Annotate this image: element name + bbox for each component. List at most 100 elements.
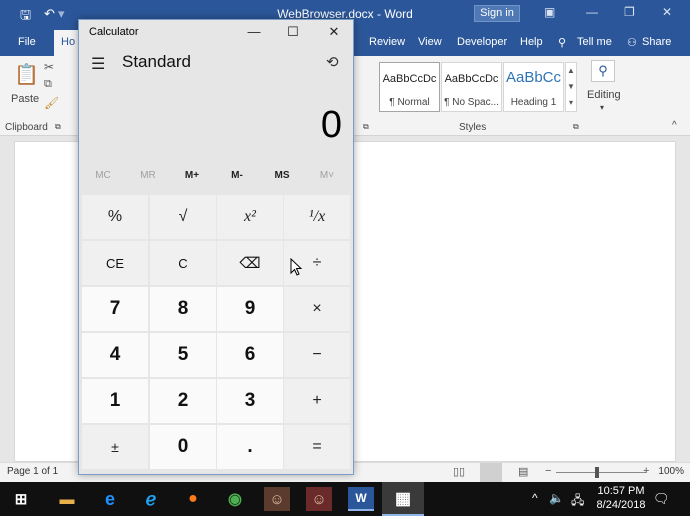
format-painter-icon[interactable]: 🖌 — [44, 96, 59, 110]
find-icon[interactable]: ⚲ — [591, 60, 615, 82]
zoom-level[interactable]: 100% — [658, 466, 684, 477]
word-taskbar-icon[interactable]: W — [348, 487, 374, 511]
styles-scroll[interactable]: ▲ ▼ ▾ — [565, 62, 577, 112]
volume-icon[interactable]: 🔈 — [549, 491, 564, 505]
style-sample: AaBbCcDc — [382, 73, 437, 85]
style-sample: AaBbCcDc — [444, 73, 499, 85]
sign-in-button[interactable]: Sign in — [474, 5, 520, 22]
clipboard-group-label: Clipboard — [5, 122, 48, 133]
share-icon[interactable]: ⚇ — [627, 36, 637, 49]
page-count[interactable]: Page 1 of 1 — [7, 466, 58, 477]
zoom-slider-thumb[interactable] — [595, 467, 599, 478]
negate-button[interactable]: ± — [82, 425, 148, 469]
action-center-icon[interactable]: 🗨 — [653, 491, 670, 507]
memory-subtract-button[interactable]: M- — [215, 170, 259, 181]
editing-button[interactable]: Editing — [587, 89, 621, 101]
add-button[interactable]: + — [284, 379, 350, 423]
style-no-spacing[interactable]: AaBbCcDc ¶ No Spac... — [441, 62, 502, 112]
digit-8-button[interactable]: 8 — [150, 287, 216, 331]
multiply-button[interactable]: × — [284, 287, 350, 331]
maximize-icon[interactable]: ☐ — [278, 23, 308, 41]
square-root-button[interactable]: √ — [150, 195, 216, 239]
close-icon[interactable]: ✕ — [319, 23, 349, 41]
percent-button[interactable]: % — [82, 195, 148, 239]
share-button[interactable]: Share — [642, 36, 671, 48]
digit-9-button[interactable]: 9 — [217, 287, 283, 331]
paste-label[interactable]: Paste — [11, 93, 39, 105]
square-button[interactable]: x² — [217, 195, 283, 239]
clear-button[interactable]: C — [150, 241, 216, 285]
tell-me-search-icon[interactable]: ⚲ — [558, 36, 566, 49]
clipboard-launcher-icon[interactable]: ⧉ — [55, 122, 61, 132]
memory-recall-button[interactable]: MR — [126, 170, 170, 181]
collapse-ribbon-icon[interactable]: ^ — [672, 120, 677, 131]
tab-file[interactable]: File — [18, 36, 36, 48]
hamburger-menu-icon[interactable]: ☰ — [91, 54, 105, 74]
clock-time[interactable]: 10:57 PM — [596, 485, 646, 497]
edge-icon[interactable]: e — [97, 487, 123, 511]
style-name: ¶ Normal — [389, 97, 430, 108]
show-hidden-icons-icon[interactable]: ^ — [532, 491, 538, 505]
font-launcher-icon[interactable]: ⧉ — [363, 122, 369, 132]
zoom-slider[interactable] — [556, 472, 646, 473]
clear-entry-button[interactable]: CE — [82, 241, 148, 285]
calculator-taskbar-button[interactable]: ▦ — [382, 482, 424, 516]
editing-dropdown-icon[interactable]: ▾ — [600, 103, 604, 112]
internet-explorer-icon[interactable]: ℯ — [138, 487, 164, 511]
clock-date[interactable]: 8/24/2018 — [591, 499, 651, 511]
calculator-taskbar-icon: ▦ — [394, 489, 412, 508]
digit-2-button[interactable]: 2 — [150, 379, 216, 423]
memory-clear-button[interactable]: MC — [81, 170, 125, 181]
restore-icon[interactable]: ❐ — [624, 5, 635, 19]
digit-3-button[interactable]: 3 — [217, 379, 283, 423]
digit-7-button[interactable]: 7 — [82, 287, 148, 331]
web-layout-icon[interactable]: ▤ — [518, 465, 528, 478]
equals-button[interactable]: = — [284, 425, 350, 469]
memory-list-button[interactable]: M˅ — [305, 170, 349, 181]
network-icon[interactable]: 🖧 — [571, 491, 584, 512]
close-icon[interactable]: ✕ — [662, 5, 672, 19]
firefox-icon[interactable]: ● — [180, 487, 206, 511]
decimal-button[interactable]: . — [217, 425, 283, 469]
history-icon[interactable]: ⟲ — [326, 53, 339, 71]
style-normal[interactable]: AaBbCcDc ¶ Normal — [379, 62, 440, 112]
memory-store-button[interactable]: MS — [260, 170, 304, 181]
styles-group-label: Styles — [459, 122, 487, 133]
calculator-titlebar[interactable]: Calculator — ☐ ✕ — [79, 20, 353, 44]
digit-6-button[interactable]: 6 — [217, 333, 283, 377]
style-heading-1[interactable]: AaBbCc Heading 1 — [503, 62, 564, 112]
subtract-button[interactable]: − — [284, 333, 350, 377]
file-explorer-icon[interactable]: ▬ — [54, 487, 80, 511]
mouse-cursor-icon — [290, 258, 303, 276]
chrome-icon[interactable]: ◉ — [222, 487, 248, 511]
tab-review[interactable]: Review — [369, 36, 405, 48]
digit-0-button[interactable]: 0 — [150, 425, 216, 469]
memory-add-button[interactable]: M+ — [170, 170, 214, 181]
minimize-icon[interactable]: — — [239, 23, 269, 41]
tab-view[interactable]: View — [418, 36, 442, 48]
zoom-out-icon[interactable]: − — [545, 465, 551, 477]
zoom-in-icon[interactable]: + — [643, 465, 649, 477]
digit-5-button[interactable]: 5 — [150, 333, 216, 377]
print-layout-icon[interactable] — [480, 463, 502, 482]
style-name: ¶ No Spac... — [444, 97, 499, 108]
app-avatar-2-icon[interactable]: ☺ — [306, 487, 332, 511]
style-name: Heading 1 — [510, 97, 557, 108]
ribbon-display-options-icon[interactable]: ▣ — [544, 5, 555, 19]
start-icon[interactable]: ⊞ — [8, 487, 34, 511]
app-avatar-1-icon[interactable]: ☺ — [264, 487, 290, 511]
tab-developer[interactable]: Developer — [457, 36, 507, 48]
tell-me-box[interactable]: Tell me — [577, 36, 612, 48]
backspace-button[interactable]: ⌫ — [217, 241, 283, 285]
reciprocal-button[interactable]: ¹/x — [284, 195, 350, 239]
styles-launcher-icon[interactable]: ⧉ — [573, 122, 579, 132]
read-mode-icon[interactable]: ▯▯ — [453, 465, 465, 478]
copy-icon[interactable]: ⧉ — [44, 78, 52, 91]
minimize-icon[interactable]: — — [586, 5, 598, 19]
digit-1-button[interactable]: 1 — [82, 379, 148, 423]
digit-4-button[interactable]: 4 — [82, 333, 148, 377]
cut-icon[interactable]: ✂ — [44, 60, 54, 74]
calculator-mode: Standard — [122, 52, 191, 71]
paste-icon[interactable]: 📋 — [14, 62, 39, 87]
tab-help[interactable]: Help — [520, 36, 543, 48]
